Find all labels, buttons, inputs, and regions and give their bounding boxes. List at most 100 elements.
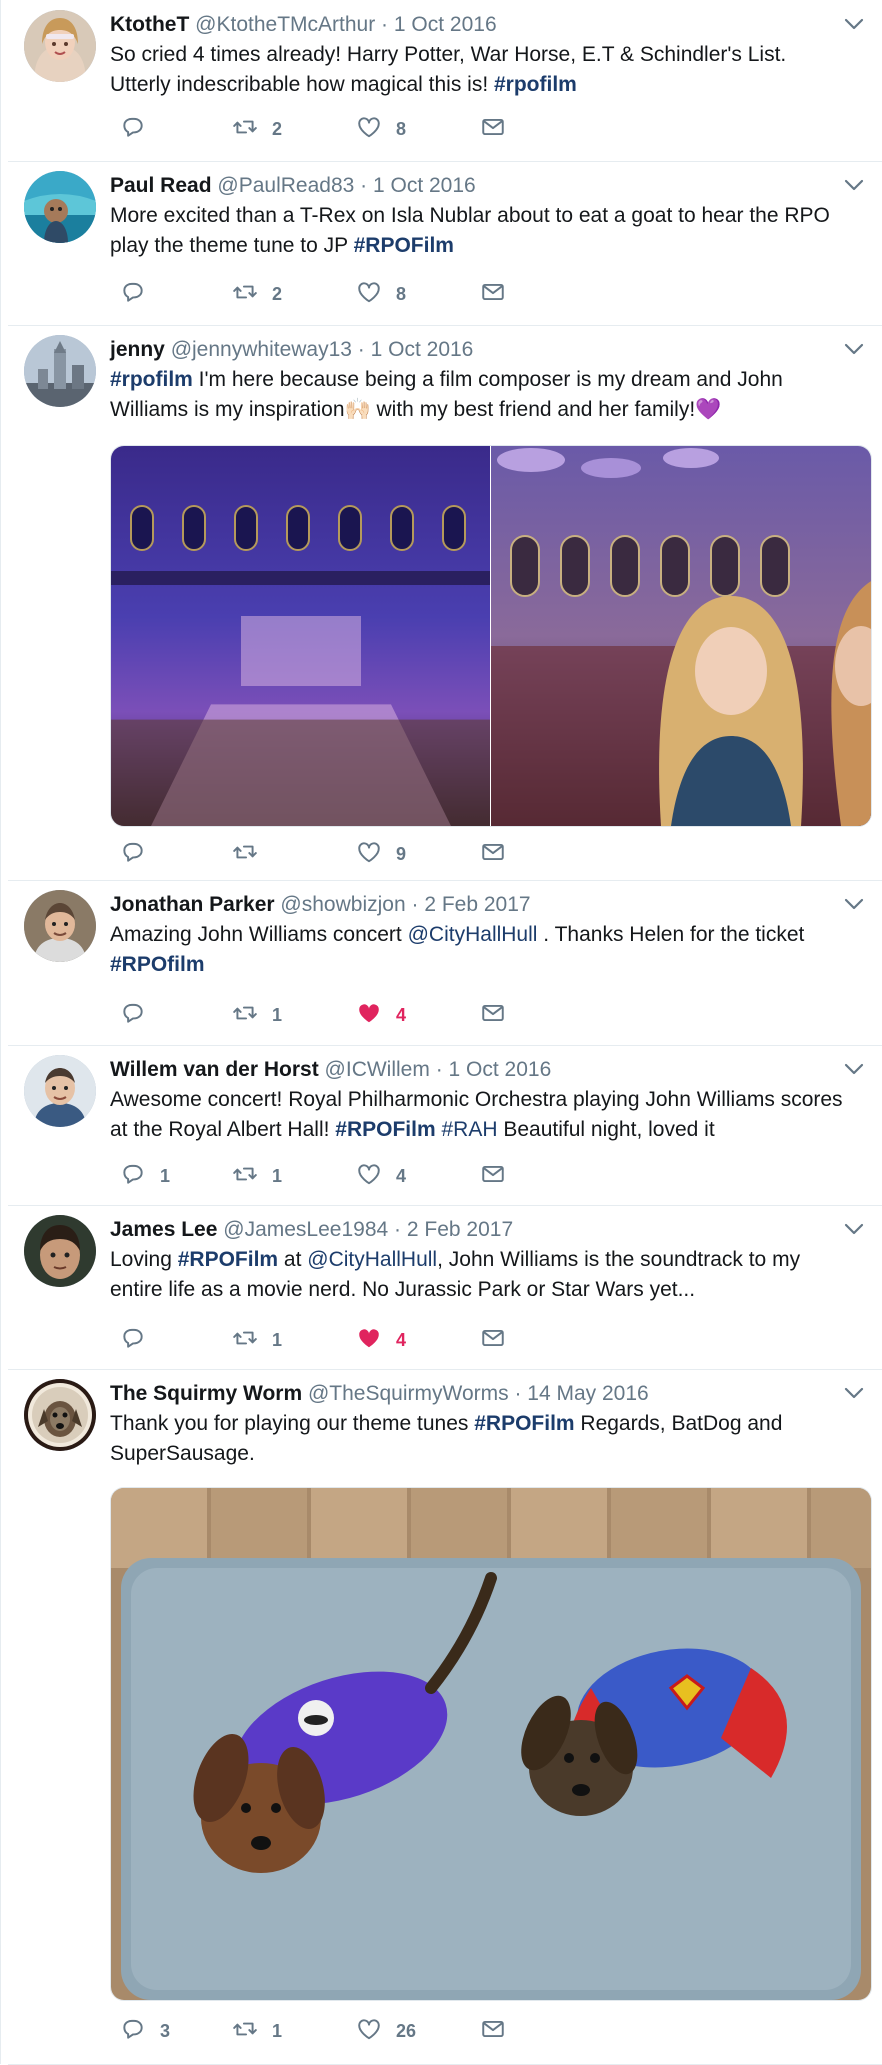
hashtag-link[interactable]: #RPOFilm	[335, 1118, 435, 1141]
tweet[interactable]: James Lee @JamesLee1984 · 2 Feb 2017 Lovi…	[0, 1205, 882, 1370]
retweet-button[interactable]: 2	[232, 279, 282, 309]
user-name[interactable]: KtotheT	[110, 13, 189, 36]
header-separator: ·	[375, 13, 394, 36]
tweet[interactable]: Paul Read @PaulRead83 · 1 Oct 2016 More e…	[0, 161, 882, 326]
text-segment: Thank you for playing our theme tunes	[110, 1412, 475, 1435]
user-handle[interactable]: @showbizjon	[280, 893, 405, 916]
tweet[interactable]: The Squirmy Worm @TheSquirmyWorms · 14 M…	[0, 1369, 882, 2065]
tweet-photos[interactable]	[110, 445, 872, 827]
hashtag-link[interactable]: #RPOFilm	[354, 234, 454, 257]
direct-message-button[interactable]	[480, 839, 506, 869]
like-button[interactable]: 4	[356, 1161, 406, 1191]
like-button[interactable]: 4	[356, 1000, 406, 1030]
reply-count: 1	[160, 1165, 171, 1186]
direct-message-button[interactable]	[480, 114, 506, 144]
user-name[interactable]: Willem van der Horst	[110, 1058, 319, 1081]
reply-button[interactable]	[120, 1000, 160, 1030]
hashtag-link[interactable]: #RPOFilm	[178, 1248, 278, 1271]
tweet-date[interactable]: 2 Feb 2017	[424, 893, 530, 916]
direct-message-button[interactable]	[480, 1325, 506, 1355]
hashtag-link[interactable]: #RPOfilm	[110, 953, 205, 976]
chevron-down-icon[interactable]	[842, 16, 866, 32]
avatar[interactable]	[24, 1379, 96, 1451]
like-button[interactable]: 9	[356, 839, 406, 869]
reply-button[interactable]	[120, 114, 160, 144]
avatar[interactable]	[24, 335, 96, 407]
mention-link[interactable]: @CityHallHull	[408, 923, 538, 946]
user-name[interactable]: James Lee	[110, 1218, 217, 1241]
chevron-down-icon[interactable]	[842, 177, 866, 193]
direct-message-button[interactable]	[480, 2016, 506, 2046]
heart-icon	[356, 279, 382, 310]
avatar[interactable]	[24, 1215, 96, 1287]
tweet-photo[interactable]	[110, 1487, 872, 2001]
like-button[interactable]: 4	[356, 1325, 406, 1355]
direct-message-button[interactable]	[480, 279, 506, 309]
reply-button[interactable]: 1	[120, 1161, 170, 1191]
header-separator: ·	[388, 1218, 407, 1241]
user-name[interactable]: jenny	[110, 338, 165, 361]
user-handle[interactable]: @JamesLee1984	[223, 1218, 388, 1241]
retweet-icon	[232, 839, 258, 870]
reply-button[interactable]	[120, 1325, 160, 1355]
user-handle[interactable]: @TheSquirmyWorms	[308, 1382, 509, 1405]
reply-button[interactable]	[120, 279, 160, 309]
heart-icon	[356, 1161, 382, 1192]
tweet[interactable]: jenny @jennywhiteway13 · 1 Oct 2016 #rpof…	[0, 325, 882, 881]
like-button[interactable]: 26	[356, 2016, 416, 2046]
header-separator: ·	[351, 338, 371, 361]
user-name[interactable]: Jonathan Parker	[110, 893, 275, 916]
like-count: 4	[396, 1004, 407, 1025]
direct-message-button[interactable]	[480, 1000, 506, 1030]
like-count: 8	[396, 118, 407, 139]
retweet-icon	[232, 114, 258, 145]
tweet-date[interactable]: 1 Oct 2016	[373, 174, 476, 197]
hashtag-link[interactable]: #rpofilm	[110, 368, 193, 391]
hashtag-link[interactable]: #rpofilm	[494, 73, 577, 96]
chevron-down-icon[interactable]	[842, 1061, 866, 1077]
tweet-date[interactable]: 1 Oct 2016	[449, 1058, 552, 1081]
tweet-text: So cried 4 times already! Harry Potter, …	[110, 40, 850, 100]
hashtag-link[interactable]: #RPOFilm	[474, 1412, 574, 1435]
text-segment: More excited than a T-Rex on Isla Nublar…	[110, 204, 830, 257]
retweet-button[interactable]	[232, 839, 272, 869]
user-name[interactable]: The Squirmy Worm	[110, 1382, 302, 1405]
tweet-text: Awesome concert! Royal Philharmonic Orch…	[110, 1085, 850, 1145]
retweet-button[interactable]: 1	[232, 1161, 282, 1191]
tweet-date[interactable]: 2 Feb 2017	[407, 1218, 513, 1241]
reply-icon	[120, 114, 146, 145]
reply-button[interactable]	[120, 839, 160, 869]
reply-icon	[120, 1325, 146, 1356]
chevron-down-icon[interactable]	[842, 896, 866, 912]
chevron-down-icon[interactable]	[842, 1221, 866, 1237]
tweet[interactable]: Jonathan Parker @showbizjon · 2 Feb 2017…	[0, 880, 882, 1046]
like-button[interactable]: 8	[356, 114, 406, 144]
avatar[interactable]	[24, 1055, 96, 1127]
tweet-date[interactable]: 1 Oct 2016	[394, 13, 497, 36]
chevron-down-icon[interactable]	[842, 1385, 866, 1401]
user-handle[interactable]: @KtotheTMcArthur	[195, 13, 375, 36]
retweet-button[interactable]: 1	[232, 1000, 282, 1030]
mention-link[interactable]: #RAH	[441, 1118, 497, 1141]
avatar[interactable]	[24, 890, 96, 962]
tweet[interactable]: KtotheT @KtotheTMcArthur · 1 Oct 2016 So …	[0, 0, 882, 162]
mention-link[interactable]: @CityHallHull	[307, 1248, 437, 1271]
avatar[interactable]	[24, 10, 96, 82]
user-handle[interactable]: @jennywhiteway13	[171, 338, 352, 361]
reply-button[interactable]: 3	[120, 2016, 170, 2046]
reply-count: 3	[160, 2020, 171, 2041]
chevron-down-icon[interactable]	[842, 341, 866, 357]
avatar[interactable]	[24, 171, 96, 243]
user-handle[interactable]: @ICWillem	[325, 1058, 430, 1081]
user-name[interactable]: Paul Read	[110, 174, 212, 197]
retweet-button[interactable]: 1	[232, 1325, 282, 1355]
tweet-date[interactable]: 1 Oct 2016	[371, 338, 474, 361]
retweet-button[interactable]: 2	[232, 114, 282, 144]
user-handle[interactable]: @PaulRead83	[217, 174, 354, 197]
heart-icon	[356, 114, 382, 145]
direct-message-button[interactable]	[480, 1161, 506, 1191]
tweet-date[interactable]: 14 May 2016	[527, 1382, 648, 1405]
like-button[interactable]: 8	[356, 279, 406, 309]
retweet-button[interactable]: 1	[232, 2016, 282, 2046]
tweet[interactable]: Willem van der Horst @ICWillem · 1 Oct 2…	[0, 1045, 882, 1206]
